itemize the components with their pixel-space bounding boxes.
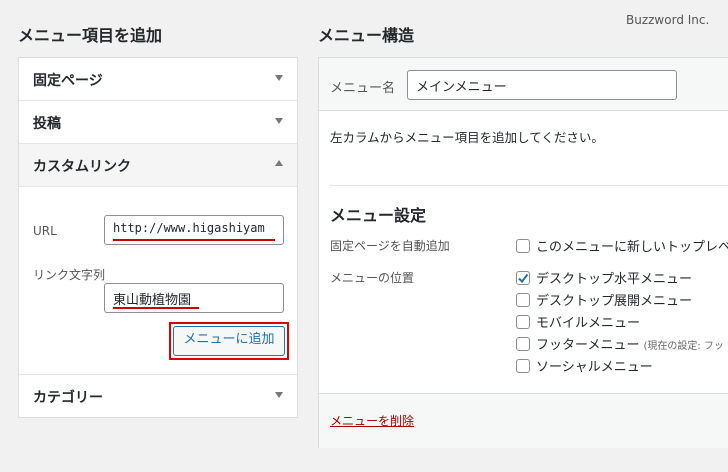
- menu-settings-title: メニュー設定: [330, 206, 427, 225]
- location-option-note: (現在の設定: フッ: [643, 341, 724, 352]
- checkmark-icon: [518, 273, 529, 284]
- location-option[interactable]: デスクトップ水平メニュー: [516, 268, 692, 287]
- watermark: Buzzword Inc.: [626, 13, 710, 27]
- add-menu-items-heading: メニュー項目を追加: [18, 26, 163, 45]
- location-option-label: デスクトップ水平メニュー: [536, 272, 693, 287]
- add-menu-items-panel: 固定ページ 投稿 カスタムリンク URL http://www.higashiy…: [18, 57, 298, 418]
- location-option-label: ソーシャルメニュー: [536, 360, 653, 375]
- menu-name-bar: メニュー名 メインメニュー: [319, 58, 728, 111]
- caret-down-icon: [275, 75, 283, 81]
- location-checkbox[interactable]: [516, 337, 530, 351]
- menu-footer-bar: メニューを削除: [319, 393, 728, 448]
- menu-instructions: 左カラムからメニュー項目を追加してください。: [330, 130, 604, 145]
- auto-add-option-label: このメニューに新しいトップレベ: [536, 240, 728, 255]
- location-option-label: モバイルメニュー: [536, 316, 641, 331]
- caret-up-icon: [275, 160, 283, 166]
- url-label: URL: [33, 224, 57, 238]
- auto-add-option[interactable]: このメニューに新しいトップレベ: [516, 236, 728, 255]
- menu-structure-heading: メニュー構造: [318, 26, 415, 45]
- location-checkbox[interactable]: [516, 359, 530, 373]
- location-option-label: デスクトップ展開メニュー: [536, 294, 693, 309]
- delete-menu-link[interactable]: メニューを削除: [330, 412, 414, 429]
- location-checkbox[interactable]: [516, 315, 530, 329]
- menu-name-label: メニュー名: [330, 81, 396, 96]
- accordion-pages-label: 固定ページ: [33, 73, 103, 89]
- caret-down-icon: [275, 118, 283, 124]
- location-option[interactable]: モバイルメニュー: [516, 312, 640, 331]
- menu-structure-panel: メニュー名 メインメニュー 左カラムからメニュー項目を追加してください。 メニュ…: [318, 57, 728, 448]
- auto-add-label: 固定ページを自動追加: [330, 239, 450, 253]
- location-option[interactable]: ソーシャルメニュー: [516, 356, 653, 375]
- accordion-posts-label: 投稿: [33, 116, 61, 132]
- accordion-custom-links-label: カスタムリンク: [33, 159, 131, 175]
- accordion-custom-links[interactable]: カスタムリンク: [19, 144, 297, 187]
- menu-name-input[interactable]: メインメニュー: [407, 70, 677, 100]
- location-option[interactable]: デスクトップ展開メニュー: [516, 290, 692, 309]
- menu-location-label: メニューの位置: [330, 271, 415, 285]
- caret-down-icon: [275, 392, 283, 398]
- location-option[interactable]: フッターメニュー (現在の設定: フッ: [516, 334, 724, 353]
- url-underline-annotation: [113, 239, 275, 241]
- location-option-label: フッターメニュー: [536, 338, 640, 353]
- link-text-label: リンク文字列: [33, 268, 106, 282]
- accordion-pages[interactable]: 固定ページ: [19, 58, 297, 101]
- add-to-menu-button[interactable]: メニューに追加: [173, 326, 285, 356]
- location-checkbox[interactable]: [516, 271, 530, 285]
- accordion-categories[interactable]: カテゴリー: [19, 374, 297, 417]
- accordion-categories-label: カテゴリー: [33, 390, 103, 406]
- location-checkbox[interactable]: [516, 293, 530, 307]
- auto-add-checkbox[interactable]: [516, 239, 530, 253]
- accordion-posts[interactable]: 投稿: [19, 101, 297, 144]
- divider: [330, 185, 728, 186]
- link-text-underline-annotation: [113, 307, 199, 309]
